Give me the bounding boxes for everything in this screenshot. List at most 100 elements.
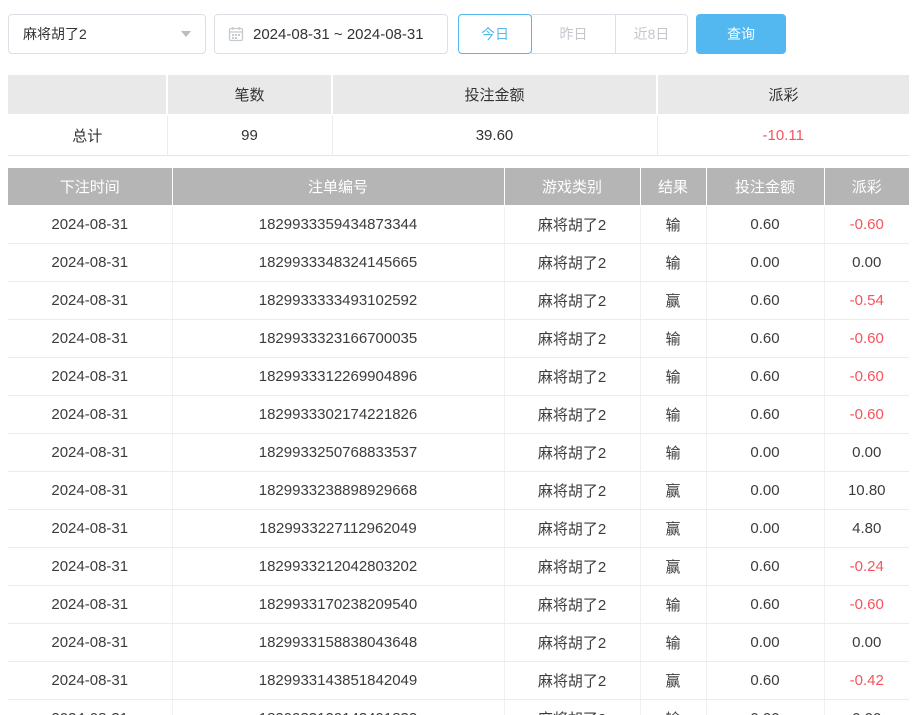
summary-table: 笔数 投注金额 派彩 总计 99 39.60 -10.11 xyxy=(8,75,909,156)
cell-bet-time: 2024-08-31 xyxy=(8,282,172,320)
summary-total-row: 总计 99 39.60 -10.11 xyxy=(8,115,909,155)
table-row: 2024-08-311829933238898929668麻将胡了2赢0.001… xyxy=(8,472,909,510)
cell-payout: -0.24 xyxy=(824,548,909,586)
cell-bet-id: 1829933227112962049 xyxy=(172,510,504,548)
header-bet-id: 注单编号 xyxy=(172,168,504,206)
cell-result: 输 xyxy=(640,358,706,396)
game-select[interactable]: 麻将胡了2 xyxy=(8,14,206,54)
cell-result: 赢 xyxy=(640,662,706,700)
cell-game-type: 麻将胡了2 xyxy=(504,586,640,624)
last-8-days-button[interactable]: 近8日 xyxy=(615,14,688,54)
cell-game-type: 麻将胡了2 xyxy=(504,320,640,358)
header-result: 结果 xyxy=(640,168,706,206)
cell-bet-amount: 0.00 xyxy=(706,472,824,510)
cell-result: 输 xyxy=(640,206,706,244)
cell-bet-amount: 0.60 xyxy=(706,662,824,700)
summary-total-count: 99 xyxy=(167,115,332,155)
cell-payout: -0.42 xyxy=(824,662,909,700)
cell-payout: 0.00 xyxy=(824,700,909,715)
cell-bet-amount: 0.00 xyxy=(706,624,824,662)
summary-header-empty xyxy=(8,75,167,115)
header-bet-time: 下注时间 xyxy=(8,168,172,206)
table-row: 2024-08-311829933359434873344麻将胡了2输0.60-… xyxy=(8,206,909,244)
toolbar: 麻将胡了2 2024-08-31 ~ 2024-08-31 今日 昨日 近8日 … xyxy=(8,14,909,54)
cell-payout: -0.60 xyxy=(824,358,909,396)
cell-game-type: 麻将胡了2 xyxy=(504,662,640,700)
chevron-down-icon xyxy=(181,31,191,37)
cell-bet-id: 1829933212042803202 xyxy=(172,548,504,586)
cell-game-type: 麻将胡了2 xyxy=(504,206,640,244)
cell-bet-amount: 0.00 xyxy=(706,244,824,282)
table-row: 2024-08-311829933158838043648麻将胡了2输0.000… xyxy=(8,624,909,662)
cell-bet-time: 2024-08-31 xyxy=(8,510,172,548)
cell-bet-time: 2024-08-31 xyxy=(8,472,172,510)
yesterday-button[interactable]: 昨日 xyxy=(531,14,616,54)
cell-result: 赢 xyxy=(640,510,706,548)
cell-bet-id: 1829933170238209540 xyxy=(172,586,504,624)
quick-date-button-group: 今日 昨日 近8日 xyxy=(458,14,688,54)
cell-bet-time: 2024-08-31 xyxy=(8,320,172,358)
summary-total-payout: -10.11 xyxy=(657,115,909,155)
cell-bet-id: 1829933333493102592 xyxy=(172,282,504,320)
cell-bet-id: 1829933158838043648 xyxy=(172,624,504,662)
cell-bet-id: 1829933302174221826 xyxy=(172,396,504,434)
cell-result: 输 xyxy=(640,434,706,472)
cell-game-type: 麻将胡了2 xyxy=(504,472,640,510)
cell-payout: -0.60 xyxy=(824,320,909,358)
cell-result: 赢 xyxy=(640,282,706,320)
cell-result: 输 xyxy=(640,586,706,624)
table-row: 2024-08-311829933170238209540麻将胡了2输0.60-… xyxy=(8,586,909,624)
cell-payout: -0.60 xyxy=(824,396,909,434)
cell-bet-amount: 0.60 xyxy=(706,282,824,320)
cell-bet-time: 2024-08-31 xyxy=(8,396,172,434)
cell-bet-id: 1829933250768833537 xyxy=(172,434,504,472)
cell-game-type: 麻将胡了2 xyxy=(504,700,640,715)
table-row: 2024-08-311829933227112962049麻将胡了2赢0.004… xyxy=(8,510,909,548)
cell-payout: 0.00 xyxy=(824,624,909,662)
bet-table-header-row: 下注时间 注单编号 游戏类别 结果 投注金额 派彩 xyxy=(8,168,909,206)
header-payout: 派彩 xyxy=(824,168,909,206)
cell-result: 输 xyxy=(640,244,706,282)
table-row: 2024-08-311829933129143491832麻将胡了2输0.000… xyxy=(8,700,909,715)
bet-table-body: 2024-08-311829933359434873344麻将胡了2输0.60-… xyxy=(8,206,909,715)
header-game-type: 游戏类别 xyxy=(504,168,640,206)
cell-payout: 10.80 xyxy=(824,472,909,510)
table-row: 2024-08-311829933212042803202麻将胡了2赢0.60-… xyxy=(8,548,909,586)
query-button[interactable]: 查询 xyxy=(696,14,786,54)
cell-bet-amount: 0.60 xyxy=(706,586,824,624)
cell-bet-amount: 0.60 xyxy=(706,548,824,586)
cell-result: 赢 xyxy=(640,472,706,510)
today-button[interactable]: 今日 xyxy=(458,14,532,54)
date-range-value: 2024-08-31 ~ 2024-08-31 xyxy=(253,26,424,43)
cell-game-type: 麻将胡了2 xyxy=(504,434,640,472)
cell-bet-time: 2024-08-31 xyxy=(8,586,172,624)
cell-game-type: 麻将胡了2 xyxy=(504,624,640,662)
date-range-picker[interactable]: 2024-08-31 ~ 2024-08-31 xyxy=(214,14,448,54)
table-row: 2024-08-311829933250768833537麻将胡了2输0.000… xyxy=(8,434,909,472)
cell-payout: 0.00 xyxy=(824,434,909,472)
cell-bet-amount: 0.60 xyxy=(706,320,824,358)
cell-bet-id: 1829933348324145665 xyxy=(172,244,504,282)
table-row: 2024-08-311829933312269904896麻将胡了2输0.60-… xyxy=(8,358,909,396)
cell-bet-id: 1829933129143491832 xyxy=(172,700,504,715)
cell-bet-id: 1829933238898929668 xyxy=(172,472,504,510)
cell-bet-amount: 0.00 xyxy=(706,510,824,548)
cell-result: 输 xyxy=(640,700,706,715)
cell-bet-time: 2024-08-31 xyxy=(8,624,172,662)
header-bet-amount: 投注金额 xyxy=(706,168,824,206)
table-row: 2024-08-311829933333493102592麻将胡了2赢0.60-… xyxy=(8,282,909,320)
cell-payout: -0.54 xyxy=(824,282,909,320)
cell-payout: -0.60 xyxy=(824,206,909,244)
cell-bet-id: 1829933359434873344 xyxy=(172,206,504,244)
table-row: 2024-08-311829933143851842049麻将胡了2赢0.60-… xyxy=(8,662,909,700)
game-select-value: 麻将胡了2 xyxy=(23,24,87,44)
cell-bet-id: 1829933323166700035 xyxy=(172,320,504,358)
cell-bet-time: 2024-08-31 xyxy=(8,662,172,700)
summary-header-bet-amount: 投注金额 xyxy=(332,75,657,115)
cell-bet-amount: 0.00 xyxy=(706,700,824,715)
bet-records-table: 下注时间 注单编号 游戏类别 结果 投注金额 派彩 2024-08-311829… xyxy=(8,168,909,715)
cell-bet-time: 2024-08-31 xyxy=(8,206,172,244)
cell-game-type: 麻将胡了2 xyxy=(504,510,640,548)
cell-game-type: 麻将胡了2 xyxy=(504,282,640,320)
cell-bet-amount: 0.00 xyxy=(706,434,824,472)
